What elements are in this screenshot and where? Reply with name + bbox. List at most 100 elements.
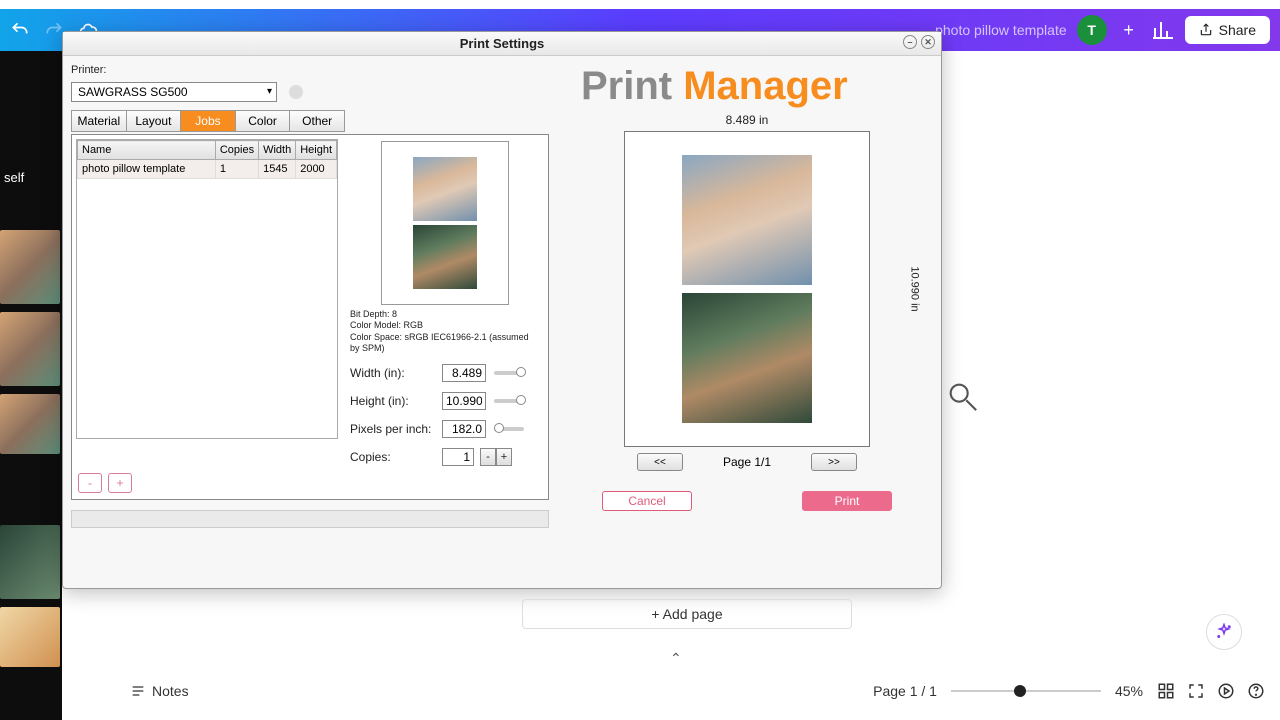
remove-job-button[interactable]: - [78, 473, 102, 493]
progress-bar [71, 510, 549, 528]
help-icon[interactable] [1247, 682, 1265, 700]
notes-icon [130, 683, 146, 699]
thumbnail-strip [0, 230, 62, 454]
width-label: Width (in): [350, 366, 436, 380]
brand-word-1: Print [581, 64, 683, 108]
col-copies[interactable]: Copies [215, 141, 258, 160]
magnify-icon[interactable] [945, 379, 979, 418]
thumbnail-image-2 [413, 225, 477, 289]
copies-input[interactable] [442, 448, 474, 466]
print-preview: 10.990 in [561, 131, 933, 447]
job-thumbnail [381, 141, 509, 305]
height-slider[interactable] [494, 399, 524, 403]
fullscreen-icon[interactable] [1187, 682, 1205, 700]
page-navigator: << Page 1/1 >> [561, 453, 933, 471]
sparkle-icon [1215, 623, 1233, 641]
page-width-label: 8.489 in [561, 113, 933, 127]
width-field-row: Width (in): [350, 364, 540, 382]
col-width[interactable]: Width [259, 141, 296, 160]
tab-other[interactable]: Other [290, 111, 344, 131]
topbar-right: photo pillow template T + Share [935, 15, 1270, 45]
notes-button[interactable]: Notes [130, 683, 189, 699]
ppi-field-row: Pixels per inch: [350, 420, 540, 438]
printer-select[interactable]: SAWGRASS SG500 [71, 82, 277, 102]
dialog-window-controls: – ✕ [903, 35, 935, 49]
cell-height: 2000 [296, 160, 337, 179]
sidebar-thumbnail[interactable] [0, 607, 60, 667]
copies-field-row: Copies: - + [350, 448, 540, 466]
expand-chevron-icon[interactable]: ⌃ [670, 650, 682, 667]
printer-status-indicator [289, 85, 303, 99]
preview-image-2 [682, 293, 812, 423]
analytics-icon[interactable] [1151, 18, 1175, 42]
preview-page [624, 131, 870, 447]
cell-copies: 1 [215, 160, 258, 179]
height-input[interactable] [442, 392, 486, 410]
sidebar-thumbnail[interactable] [0, 525, 60, 599]
sidebar-thumbnail[interactable] [0, 312, 60, 386]
copies-stepper: - + [480, 448, 512, 466]
zoom-slider[interactable] [951, 690, 1101, 692]
grid-icon[interactable] [1157, 682, 1175, 700]
jobs-panel: Name Copies Width Height photo pillow te… [71, 134, 549, 500]
add-page-button[interactable]: + Add page [522, 599, 852, 629]
meta-bitdepth: Bit Depth: 8 [350, 309, 540, 320]
footer-icons [1157, 682, 1265, 700]
printer-row: Printer: [71, 64, 549, 76]
dialog-left-pane: Printer: SAWGRASS SG500 Material Layout … [71, 64, 549, 580]
jobs-table: Name Copies Width Height photo pillow te… [76, 139, 338, 439]
ppi-slider[interactable] [494, 427, 524, 431]
thumbnail-strip-2 [0, 525, 62, 667]
sidebar-thumbnail[interactable] [0, 230, 60, 304]
sidebar-thumbnail[interactable] [0, 394, 60, 454]
brand-word-2: Manager [683, 64, 848, 108]
printer-selected-value: SAWGRASS SG500 [78, 85, 188, 99]
print-button[interactable]: Print [802, 491, 892, 511]
tab-color[interactable]: Color [236, 111, 291, 131]
copies-label: Copies: [350, 450, 436, 464]
next-page-button[interactable]: >> [811, 453, 857, 471]
page-height-label: 10.990 in [908, 266, 920, 311]
sidebar-self-label: self [4, 170, 24, 185]
share-icon [1199, 23, 1213, 37]
width-input[interactable] [442, 364, 486, 382]
tab-material[interactable]: Material [72, 111, 127, 131]
col-name[interactable]: Name [78, 141, 216, 160]
jobs-list-pane: Name Copies Width Height photo pillow te… [72, 135, 342, 499]
present-icon[interactable] [1217, 682, 1235, 700]
magic-button[interactable] [1206, 614, 1242, 650]
page-counter: Page 1/1 [723, 455, 771, 469]
jobs-list-buttons: - + [72, 467, 342, 499]
thumbnail-image-1 [413, 157, 477, 221]
col-height[interactable]: Height [296, 141, 337, 160]
table-row[interactable]: photo pillow template 1 1545 2000 [78, 160, 337, 179]
share-label: Share [1219, 22, 1256, 38]
avatar[interactable]: T [1077, 15, 1107, 45]
document-title[interactable]: photo pillow template [935, 22, 1067, 38]
brand-title: Print Manager [581, 64, 933, 109]
page-indicator-label: Page 1 / 1 [873, 683, 937, 699]
width-slider[interactable] [494, 371, 524, 375]
bottom-bar: Notes Page 1 / 1 45% [130, 671, 1265, 711]
ppi-input[interactable] [442, 420, 486, 438]
minimize-icon[interactable]: – [903, 35, 917, 49]
height-field-row: Height (in): [350, 392, 540, 410]
redo-icon[interactable] [44, 20, 64, 40]
add-job-button[interactable]: + [108, 473, 132, 493]
printer-label: Printer: [71, 64, 106, 76]
cancel-button[interactable]: Cancel [602, 491, 692, 511]
preview-image-1 [682, 155, 812, 285]
close-icon[interactable]: ✕ [921, 35, 935, 49]
zoom-percentage: 45% [1115, 683, 1143, 699]
dialog-actions: Cancel Print [561, 491, 933, 511]
undo-icon[interactable] [10, 20, 30, 40]
prev-page-button[interactable]: << [637, 453, 683, 471]
copies-plus-button[interactable]: + [496, 448, 512, 466]
share-button[interactable]: Share [1185, 16, 1270, 44]
ppi-label: Pixels per inch: [350, 422, 436, 436]
tab-jobs[interactable]: Jobs [181, 111, 236, 131]
meta-colormodel: Color Model: RGB [350, 320, 540, 331]
tab-layout[interactable]: Layout [127, 111, 182, 131]
add-member-button[interactable]: + [1117, 18, 1141, 42]
copies-minus-button[interactable]: - [480, 448, 496, 466]
